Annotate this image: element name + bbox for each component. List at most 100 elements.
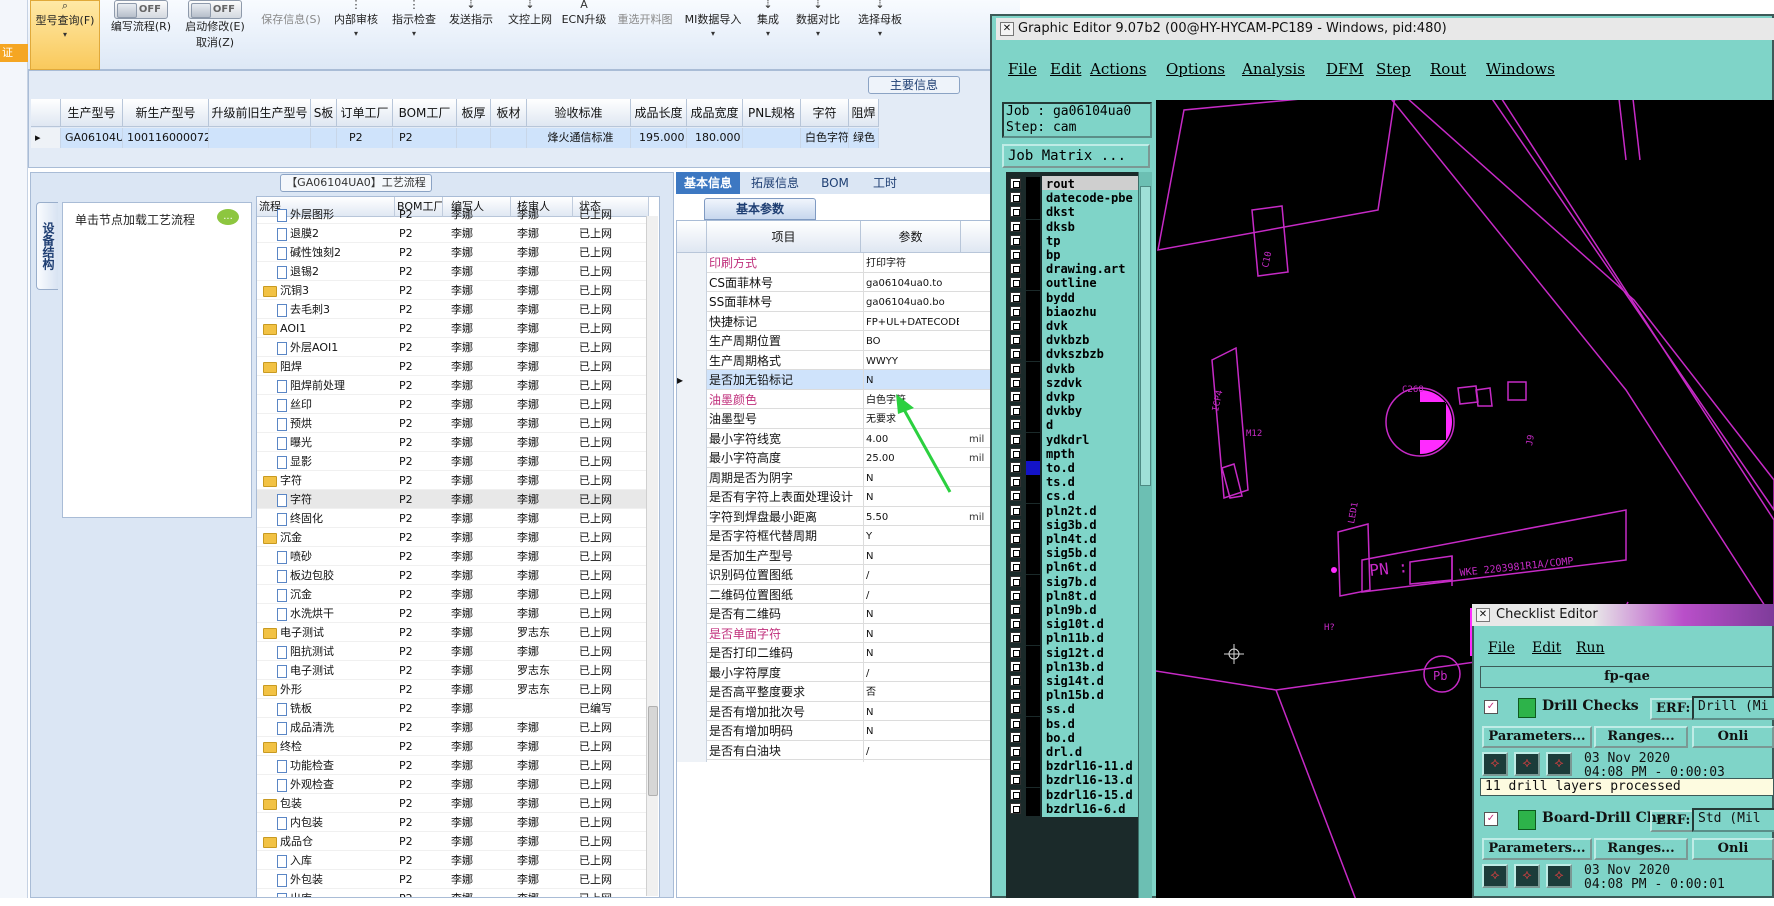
table-cell[interactable]: 195.000 [631,128,687,148]
run-icon[interactable]: ⟡ [1514,864,1540,888]
item-checkbox[interactable]: ✓ [1484,812,1498,826]
layer-checkbox[interactable] [1010,589,1021,601]
param-row[interactable]: 周期是否为阴字 N [677,467,1017,489]
param-row[interactable]: 二维码位置图纸 / [677,584,1017,606]
tree-scrollbar[interactable] [646,216,658,896]
table-cell[interactable]: 白色字符 [801,128,849,148]
menu-options[interactable]: Options [1166,60,1225,78]
tree-row[interactable]: 阻焊前处理 P2 李娜 李娜 已上网 [257,376,649,395]
column-header[interactable]: S板 [311,99,337,127]
param-value[interactable]: BO [863,331,959,352]
param-row[interactable]: ▸ 是否加无铅标记 N [677,370,1017,391]
table-cell[interactable] [743,128,801,148]
layer-checkbox[interactable] [1010,234,1021,246]
column-header[interactable]: 项目 [707,221,861,253]
tree-row[interactable]: ⊟ 包装 P2 李娜 李娜 已上网 [257,794,649,813]
layer-checkbox[interactable] [1010,518,1021,530]
ecn-upgrade-button[interactable]: A ECN升级 [558,0,610,70]
param-row[interactable]: 是否有字符上表面处理设计 N [677,487,1017,508]
table-cell[interactable] [311,128,337,148]
write-flow-toggle[interactable]: OFF 编写流程(R) [104,0,178,70]
tree-row[interactable]: 丝印 P2 李娜 李娜 已上网 [257,395,649,414]
menu-file[interactable]: File [1488,640,1515,656]
tab-work-hours[interactable]: 工时 [860,172,910,194]
column-header[interactable]: 验收标准 [527,99,631,127]
tree-row[interactable]: 字符 P2 李娜 李娜 已上网 [257,490,649,509]
param-row[interactable]: 是否有增加明码 N [677,721,1017,742]
tree-row[interactable]: 板边包胶 P2 李娜 李娜 已上网 [257,566,649,585]
tree-row[interactable]: 预烘 P2 李娜 李娜 已上网 [257,414,649,433]
tree-row[interactable]: ⊟ 成品仓 P2 李娜 李娜 已上网 [257,832,649,851]
param-row[interactable]: 油墨颜色 白色字符 [677,389,1017,411]
param-value[interactable]: ga06104ua0.to [863,272,959,294]
layer-checkbox[interactable] [1010,348,1021,360]
param-value[interactable]: N [863,643,959,664]
column-header[interactable]: 板材 [491,99,527,127]
online-button[interactable]: Onli [1692,838,1774,860]
online-button[interactable]: Onli [1692,726,1774,748]
column-header[interactable]: BOM工厂 [393,99,457,127]
layer-checkbox[interactable] [1010,675,1021,686]
tree-row[interactable]: 外层图形 P2 李娜 李娜 已上网 [257,205,649,224]
run-icon[interactable]: ⟡ [1482,864,1508,888]
param-row[interactable]: 字符到焊盘最小距离 5.50 mil [677,506,1017,528]
layer-checkbox[interactable] [1010,561,1021,573]
param-value[interactable]: N [863,721,959,742]
tree-row[interactable]: ⊟ AOI1 P2 李娜 李娜 已上网 [257,319,649,338]
run-icon[interactable]: ⟡ [1546,864,1572,888]
collapse-toggle-icon[interactable]: ⊟ [256,623,257,642]
menu-dfm[interactable]: DFM [1326,60,1364,78]
table-cell[interactable]: P2 [393,128,457,148]
layer-checkbox[interactable] [1010,490,1021,502]
param-value[interactable]: 5.50 [863,506,959,528]
layer-checkbox[interactable] [1010,746,1021,757]
collapse-toggle-icon[interactable]: ⊟ [256,281,257,300]
layer-checkbox[interactable] [1010,575,1021,587]
menu-analysis[interactable]: Analysis [1242,60,1305,78]
internal-review-button[interactable]: ⋮ 内部审核 ▾ [328,0,384,70]
graphic-editor-titlebar[interactable]: ✕ Graphic Editor 9.07b2 (00@HY-HYCAM-PC1… [996,18,1774,40]
tree-row[interactable]: 碱性蚀刻2 P2 李娜 李娜 已上网 [257,243,649,262]
param-value[interactable]: N [863,701,959,723]
param-row[interactable]: 是否有白油块 / [677,740,1017,762]
param-row[interactable]: 最小字符高度 25.00 mil [677,448,1017,469]
run-icon[interactable]: ⟡ [1482,752,1508,776]
layer-checkbox[interactable] [1010,731,1021,743]
layer-checkbox[interactable] [1010,263,1021,275]
tree-row[interactable]: 铣板 P2 李娜 已编写 [257,699,649,718]
start-modify-toggle[interactable]: OFF 启动修改(E) 取消(Z) [178,0,252,70]
write-flow-switch[interactable]: OFF [114,0,168,19]
layer-checkbox[interactable] [1010,305,1021,317]
layer-checkbox[interactable] [1010,632,1021,644]
column-header[interactable]: 板厚 [457,99,491,127]
tree-row[interactable]: 外层AOI1 P2 李娜 李娜 已上网 [257,338,649,357]
item-checkbox[interactable]: ✓ [1484,700,1498,714]
param-value[interactable]: WWYY [863,350,959,372]
checklist-editor-titlebar[interactable]: ✕ Checklist Editor [1472,604,1774,626]
column-header[interactable]: 字符 [801,99,849,127]
param-row[interactable]: 最小字符线宽 4.00 mil [677,428,1017,450]
send-instruction-button[interactable]: ⇣ 发送指示 [442,0,500,70]
tree-row[interactable]: ⊟ 终检 P2 李娜 李娜 已上网 [257,737,649,756]
layer-name[interactable]: bzdrl16-6.d [1042,800,1148,817]
param-row[interactable]: 生产周期格式 WWYY [677,350,1017,372]
tree-row[interactable]: 功能检查 P2 李娜 李娜 已上网 [257,756,649,775]
param-value[interactable]: / [863,662,959,684]
scroll-thumb[interactable] [1140,186,1151,486]
column-header[interactable]: 成品长度 [631,99,687,127]
tree-row[interactable]: 外观检查 P2 李娜 李娜 已上网 [257,775,649,794]
menu-step[interactable]: Step [1376,60,1411,78]
layer-checkbox[interactable] [1010,178,1021,189]
layer-checkbox[interactable] [1010,277,1021,289]
layer-checkbox[interactable] [1010,604,1021,615]
layer-checkbox[interactable] [1010,291,1021,303]
table-cell[interactable]: 绿色 [849,128,879,148]
layer-checkbox[interactable] [1010,334,1021,346]
erf-button[interactable]: ERF: [1650,810,1697,832]
layer-checkbox[interactable] [1010,220,1021,232]
param-row[interactable]: 是否有增加批次号 N [677,701,1017,723]
select-master-button[interactable]: ⇣ 选择母板 ▾ [850,0,910,70]
collapse-toggle-icon[interactable]: ⊟ [256,832,257,851]
param-row[interactable]: 是否字符框代替周期 Y [677,526,1017,547]
column-header[interactable]: 阻焊 [849,99,879,127]
